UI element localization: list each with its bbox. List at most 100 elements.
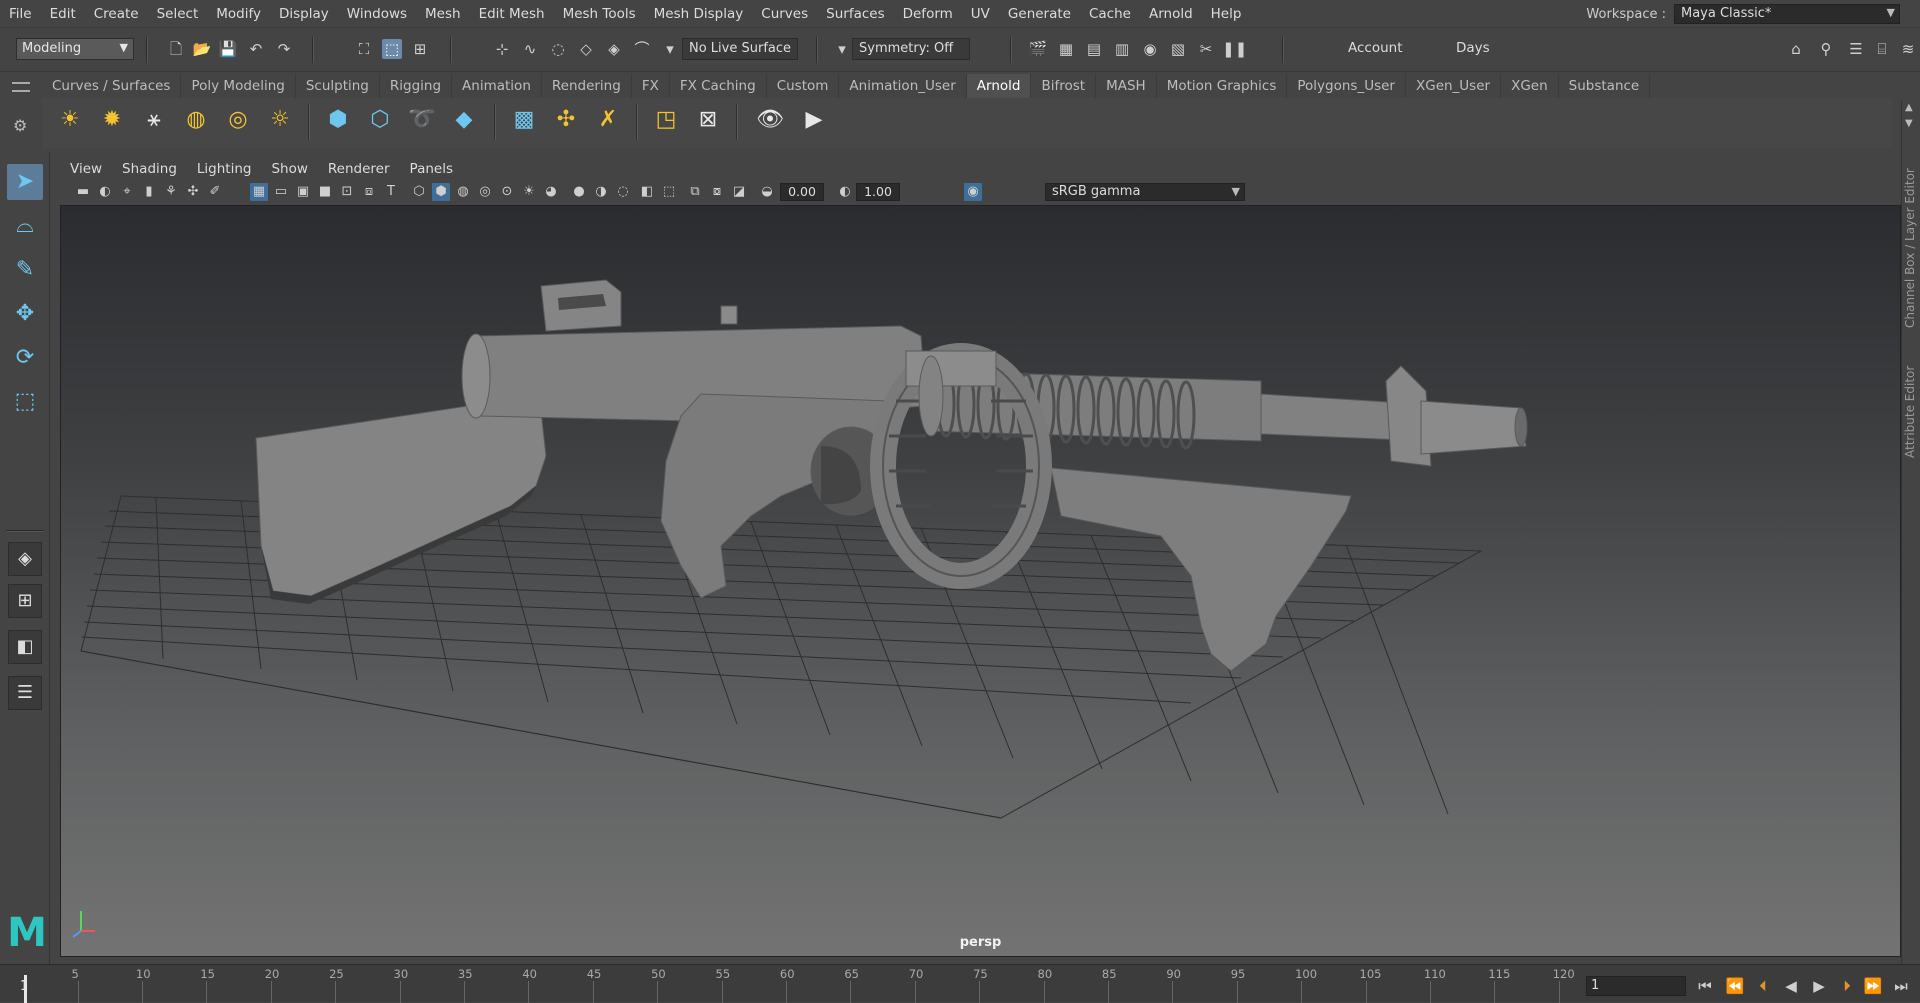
resolution-gate-icon[interactable]: ▣	[294, 183, 312, 201]
viewport-persp[interactable]: persp	[60, 205, 1901, 957]
snap-to-grid-icon[interactable]: ⊹	[492, 39, 512, 59]
select-by-hierarchy-icon[interactable]: ⛶	[354, 39, 374, 59]
select-by-component-icon[interactable]: ⊞	[410, 39, 430, 59]
shelf-tab-curves-surfaces[interactable]: Curves / Surfaces	[42, 74, 182, 98]
bookmarks-icon[interactable]: ⌖	[118, 183, 136, 201]
modeling-toolkit-icon[interactable]: ⌂	[1786, 39, 1806, 59]
open-scene-icon[interactable]: 📂	[192, 39, 212, 59]
panel-menu-view[interactable]: View	[60, 161, 112, 177]
snap-options-icon[interactable]: ▾	[660, 39, 680, 59]
menu-mesh[interactable]: Mesh	[416, 6, 470, 22]
workspace-dropdown[interactable]: Maya Classic* ▼	[1674, 4, 1900, 24]
xray-joints-icon[interactable]: ⧉	[686, 183, 704, 201]
hypershade-icon[interactable]: ◉	[1140, 39, 1160, 59]
menu-uv[interactable]: UV	[962, 6, 999, 22]
snap-to-curve-icon[interactable]: ∿	[520, 39, 540, 59]
shelf-tab-animation[interactable]: Animation	[452, 74, 542, 98]
select-camera-icon[interactable]: ▬	[74, 183, 92, 201]
snap-to-surface-icon[interactable]: ◈	[604, 39, 624, 59]
menu-display[interactable]: Display	[270, 6, 338, 22]
save-scene-icon[interactable]: 💾	[218, 39, 238, 59]
safe-title-icon[interactable]: T	[382, 183, 400, 201]
time-ruler[interactable]: 1510152025303540455055606570758085909510…	[20, 965, 1575, 1003]
menu-mesh-tools[interactable]: Mesh Tools	[554, 6, 645, 22]
attribute-editor-toggle-icon[interactable]: ☰	[1846, 39, 1866, 59]
play-forwards-icon[interactable]: ▶	[1808, 975, 1830, 997]
shelf-menu-icon[interactable]	[12, 82, 30, 92]
menu-arnold[interactable]: Arnold	[1140, 6, 1202, 22]
shelf-tab-animation-user[interactable]: Animation_User	[839, 74, 967, 98]
shelf-tab-poly-modeling[interactable]: Poly Modeling	[181, 74, 296, 98]
panel-menu-panels[interactable]: Panels	[400, 161, 463, 177]
lasso-tool-icon[interactable]: ⌓	[7, 208, 43, 244]
shadows-icon[interactable]: ☀	[520, 183, 538, 201]
current-frame-field[interactable]: 1	[1586, 976, 1686, 996]
grease-pencil-icon[interactable]: ✐	[206, 183, 224, 201]
shelf-tab-bifrost[interactable]: Bifrost	[1031, 74, 1097, 98]
export-standin-icon[interactable]: ⬡	[364, 104, 396, 136]
rotate-tool-icon[interactable]: ⟳	[7, 340, 43, 376]
motion-blur-icon[interactable]: ●	[570, 183, 588, 201]
shelf-tab-mash[interactable]: MASH	[1096, 74, 1157, 98]
menu-set-dropdown[interactable]: Modeling ▼	[16, 38, 134, 60]
play-backwards-icon[interactable]: ◀	[1780, 975, 1802, 997]
create-volume-icon[interactable]: ◆	[448, 104, 480, 136]
menu-modify[interactable]: Modify	[207, 6, 270, 22]
shelf-settings-gear-icon[interactable]: ⚙	[13, 116, 27, 135]
persp-outliner-layout-icon[interactable]: ◧	[8, 630, 42, 664]
step-back-key-icon[interactable]: ⏪	[1724, 975, 1746, 997]
step-forward-key-icon[interactable]: ⏩	[1862, 975, 1884, 997]
symmetry-field[interactable]: Symmetry: Off	[852, 38, 970, 60]
select-tool-arrow-icon[interactable]: ➤	[7, 164, 43, 200]
bookmark-icon[interactable]: ▮	[140, 183, 158, 201]
create-curve-collector-icon[interactable]: ➰	[406, 104, 438, 136]
safe-action-icon[interactable]: ⧈	[360, 183, 378, 201]
textured-icon[interactable]: ◎	[476, 183, 494, 201]
shelf-tab-rigging[interactable]: Rigging	[380, 74, 453, 98]
live-surface-field[interactable]: No Live Surface	[682, 38, 798, 60]
arnold-render-view-icon[interactable]: 👁	[754, 104, 786, 136]
account-menu[interactable]: Account	[1348, 40, 1403, 56]
channel-box-tab[interactable]: Channel Box / Layer Editor	[1903, 160, 1920, 328]
menu-cache[interactable]: Cache	[1080, 6, 1140, 22]
field-chart-icon[interactable]: ⊡	[338, 183, 356, 201]
menu-edit[interactable]: Edit	[41, 6, 85, 22]
physical-sky-icon[interactable]: ☼	[264, 104, 296, 136]
two-d-pan-zoom-icon[interactable]: ✣	[184, 183, 202, 201]
shelf-tab-rendering[interactable]: Rendering	[542, 74, 632, 98]
scale-tool-icon[interactable]: ⬚	[7, 384, 43, 420]
menu-file[interactable]: File	[0, 6, 41, 22]
wireframe-icon[interactable]: ⬡	[410, 183, 428, 201]
go-to-start-icon[interactable]: ⏮	[1694, 975, 1716, 997]
camera-attributes-icon[interactable]: ◐	[96, 183, 114, 201]
paint-select-tool-icon[interactable]: ✎	[7, 252, 43, 288]
attribute-editor-tab[interactable]: Attribute Editor	[1903, 350, 1920, 458]
shelf-tab-xgen-user[interactable]: XGen_User	[1406, 74, 1502, 98]
depth-of-field-icon[interactable]: ◌	[614, 183, 632, 201]
render-view-icon[interactable]: 🎬	[1028, 39, 1048, 59]
outliner-icon[interactable]: ☰	[8, 676, 42, 710]
shelf-tab-custom[interactable]: Custom	[767, 74, 840, 98]
area-light-icon[interactable]: ☀	[54, 104, 86, 136]
arnold-render-view-icon[interactable]: ▧	[1168, 39, 1188, 59]
undo-icon[interactable]: ↶	[246, 39, 266, 59]
shelf-tab-polygons-user[interactable]: Polygons_User	[1287, 74, 1406, 98]
use-all-lights-icon[interactable]: ⊙	[498, 183, 516, 201]
arnold-tools-icon[interactable]: ✂	[1196, 39, 1216, 59]
go-to-end-icon[interactable]: ⏭	[1890, 975, 1912, 997]
shelf-tab-sculpting[interactable]: Sculpting	[296, 74, 380, 98]
create-standin-icon[interactable]: ⬢	[322, 104, 354, 136]
mesh-light-icon[interactable]: ✹	[96, 104, 128, 136]
pause-render-icon[interactable]: ❚❚	[1222, 39, 1247, 59]
shelf-tab-xgen[interactable]: XGen	[1501, 74, 1559, 98]
ipr-render-icon[interactable]: ▤	[1084, 39, 1104, 59]
render-settings-icon[interactable]: ▥	[1112, 39, 1132, 59]
film-gate-icon[interactable]: ▭	[272, 183, 290, 201]
anti-aliasing-icon[interactable]: ◑	[592, 183, 610, 201]
shelf-tab-fx[interactable]: FX	[632, 74, 670, 98]
wireframe-on-shaded-icon[interactable]: ◍	[454, 183, 472, 201]
light-portal-icon[interactable]: ◎	[222, 104, 254, 136]
time-slider[interactable]: 1510152025303540455055606570758085909510…	[0, 964, 1920, 1003]
ambient-occlusion-icon[interactable]: ◕	[542, 183, 560, 201]
step-forward-frame-icon[interactable]: ⏵	[1836, 975, 1858, 997]
